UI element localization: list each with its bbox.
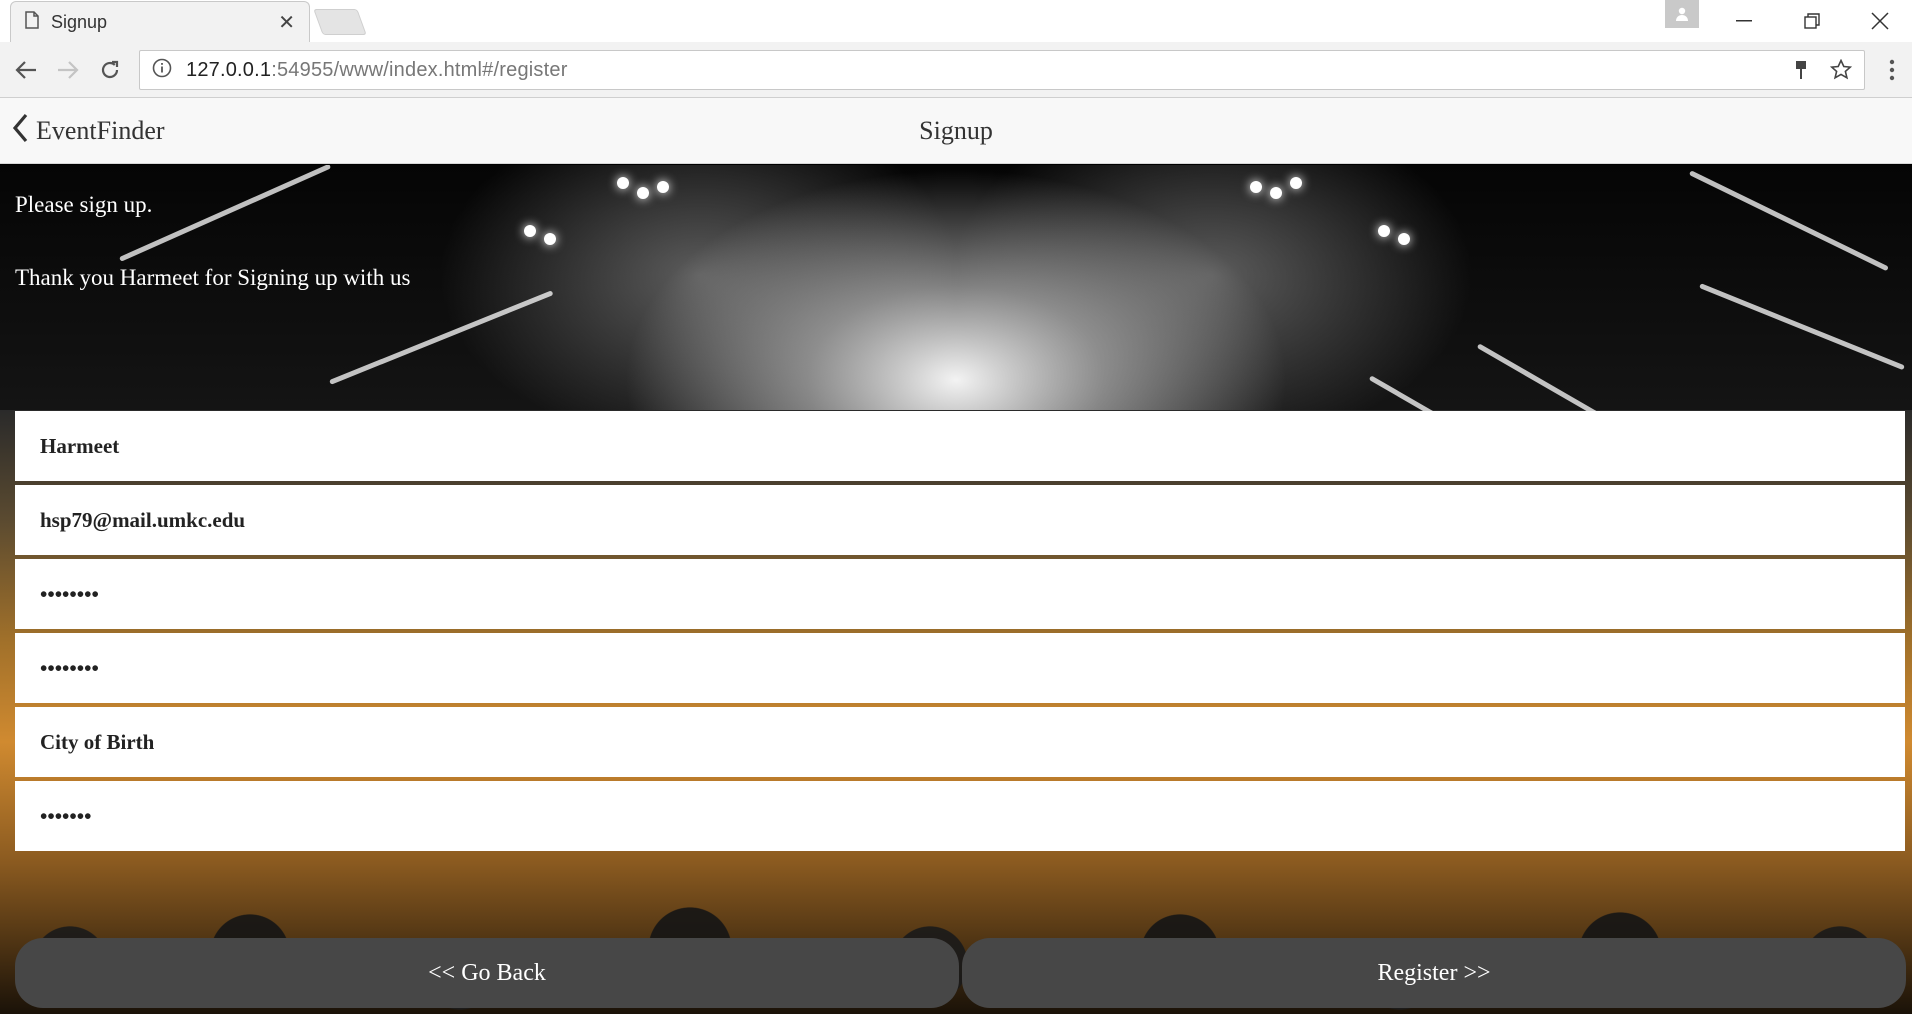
stage-light (544, 233, 556, 245)
browser-tabstrip: Signup ✕ (0, 0, 1912, 43)
stage-light (1398, 233, 1410, 245)
menu-kebab-icon[interactable] (1878, 56, 1906, 84)
confirm-password-input[interactable] (15, 633, 1905, 703)
thank-you-text: Thank you Harmeet for Signing up with us (15, 265, 411, 290)
security-answer-input[interactable] (15, 781, 1905, 851)
reload-icon[interactable] (96, 56, 124, 84)
url-host: 127.0.0.1 (186, 58, 272, 81)
name-input[interactable] (15, 411, 1905, 481)
stage-light (1290, 177, 1302, 189)
stage-light (524, 225, 536, 237)
omnibox-actions (1794, 58, 1853, 86)
go-back-button[interactable]: << Go Back (15, 938, 959, 1008)
page-icon (25, 11, 39, 34)
info-icon[interactable] (152, 58, 172, 83)
url-text: 127.0.0.1:54955/www/index.html#/register (186, 59, 568, 82)
address-bar[interactable]: 127.0.0.1:54955/www/index.html#/register (139, 50, 1865, 90)
restore-icon[interactable] (1778, 0, 1846, 42)
signup-prompt-text: Please sign up. (15, 192, 153, 217)
back-arrow-icon[interactable] (12, 56, 40, 84)
stage-light (1378, 225, 1390, 237)
city-of-birth-input[interactable] (15, 707, 1905, 777)
close-tab-icon[interactable]: ✕ (278, 10, 295, 35)
minimize-icon[interactable] (1710, 0, 1778, 42)
profile-icon[interactable] (1665, 0, 1699, 28)
app-header: EventFinder Signup (0, 98, 1912, 164)
pin-icon[interactable] (1794, 60, 1808, 85)
tab-title: Signup (51, 12, 108, 32)
forward-arrow-icon[interactable] (54, 56, 82, 84)
url-path: :54955/www/index.html#/register (271, 58, 568, 81)
browser-tab[interactable]: Signup ✕ (10, 1, 310, 43)
new-tab-button[interactable] (313, 9, 367, 35)
email-input[interactable] (15, 485, 1905, 555)
signup-content: Please sign up. Thank you Harmeet for Si… (0, 165, 1912, 1014)
password-input[interactable] (15, 559, 1905, 629)
bookmark-star-icon[interactable] (1829, 58, 1853, 86)
stage-light (657, 181, 669, 193)
stage-light (637, 187, 649, 199)
browser-toolbar: 127.0.0.1:54955/www/index.html#/register (0, 42, 1912, 98)
page-title: Signup (919, 116, 993, 145)
stage-light (617, 177, 629, 189)
close-window-icon[interactable] (1846, 0, 1912, 42)
stage-light (1270, 187, 1282, 199)
register-button[interactable]: Register >> (962, 938, 1906, 1008)
stage-light (1250, 181, 1262, 193)
